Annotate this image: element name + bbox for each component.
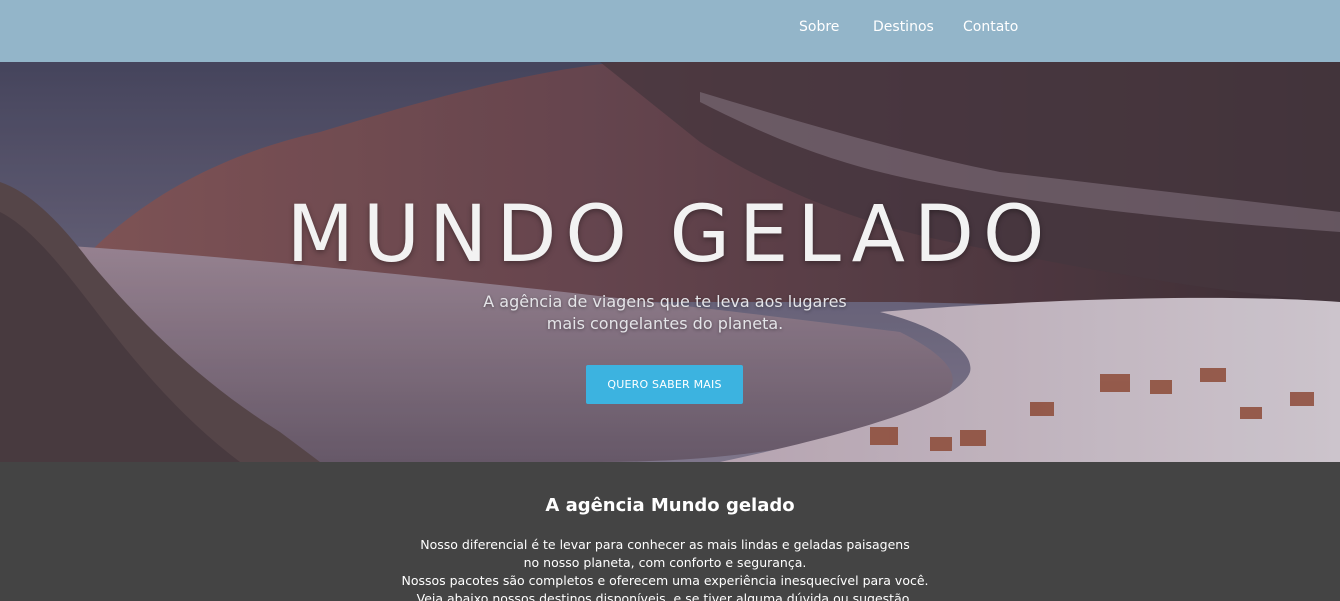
about-section: A agência Mundo gelado Nosso diferencial…	[0, 462, 1340, 601]
about-text-line: Veja abaixo nossos destinos disponíveis,…	[416, 591, 914, 601]
navbar: Sobre Destinos Contato	[0, 0, 1340, 62]
nav-link-sobre[interactable]: Sobre	[799, 18, 839, 36]
nav-link-contato[interactable]: Contato	[963, 18, 1018, 36]
hero-subtitle: A agência de viagens que te leva aos lug…	[470, 291, 860, 335]
about-text-line: Nossos pacotes são completos e oferecem …	[401, 573, 929, 588]
about-text-line: Nosso diferencial é te levar para conhec…	[420, 537, 910, 552]
quero-saber-mais-button[interactable]: QUERO SABER MAIS	[586, 365, 743, 404]
hero-subtitle-line-2: mais congelantes do planeta.	[546, 314, 784, 333]
about-text-line: no nosso planeta, com conforto e seguran…	[523, 555, 807, 570]
nav-link-destinos[interactable]: Destinos	[873, 18, 934, 36]
hero-subtitle-line-1: A agência de viagens que te leva aos lug…	[483, 292, 847, 311]
about-title: A agência Mundo gelado	[545, 495, 795, 516]
about-text: Nosso diferencial é te levar para conhec…	[370, 536, 960, 601]
hero-section: MUNDO GELADO A agência de viagens que te…	[0, 62, 1340, 462]
hero-title: MUNDO GELADO	[286, 190, 1054, 280]
